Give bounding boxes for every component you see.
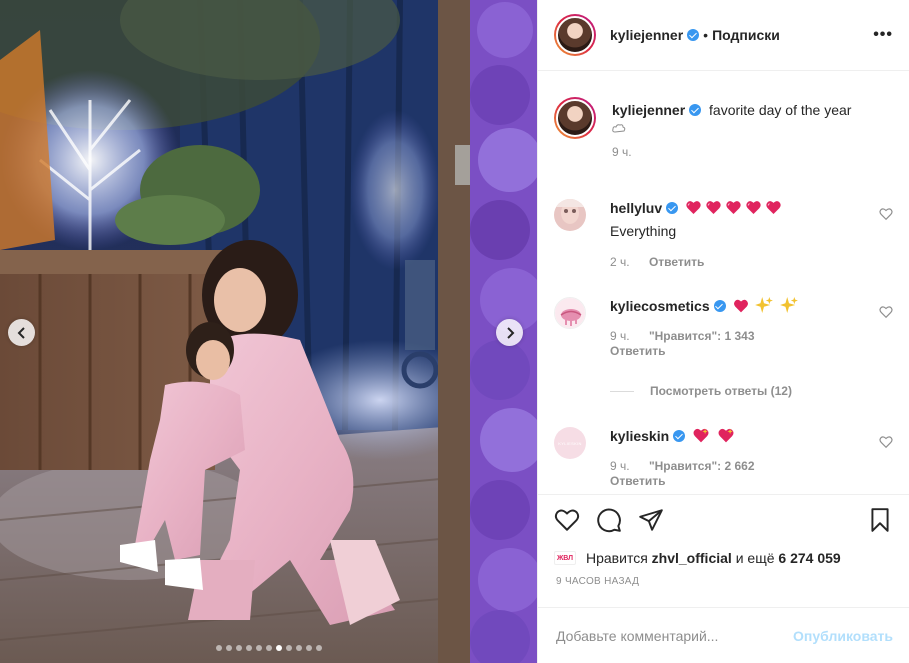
slide-dot <box>295 645 302 651</box>
slide-dot <box>235 645 242 651</box>
comment-emoji-hearts <box>682 200 782 216</box>
comment-text: Everything <box>610 223 677 239</box>
heart-emoji-icon <box>745 200 762 219</box>
comment-item: hellyluv Everything 2 ч. Ответить <box>554 199 893 271</box>
slide-dot <box>315 645 322 651</box>
verified-badge-icon <box>666 202 679 214</box>
previous-slide-button[interactable] <box>8 319 35 346</box>
caption-entry: kyliejenner favorite day of the year 9 ч… <box>554 97 893 161</box>
like-comment-heart-icon[interactable] <box>879 435 893 449</box>
commenter-username[interactable]: hellyluv <box>610 200 662 216</box>
post-photo[interactable] <box>0 0 537 663</box>
post-image <box>0 0 537 663</box>
post-actions-bar <box>538 494 909 544</box>
commenter-username[interactable]: kylieskin <box>610 428 669 444</box>
verified-badge-icon <box>687 29 700 41</box>
comments-list[interactable]: kyliejenner favorite day of the year 9 ч… <box>538 71 909 494</box>
comment-time[interactable]: 9 ч. <box>610 459 630 473</box>
following-button[interactable]: Подписки <box>712 27 780 43</box>
save-bookmark-icon[interactable] <box>867 507 893 533</box>
comment-item: kyliecosmetics 9 ч. "Нравится": 1 343 От… <box>554 297 893 359</box>
post-timestamp[interactable]: 9 ЧАСОВ НАЗАД <box>538 568 909 594</box>
slide-dot <box>255 645 262 651</box>
comment-time[interactable]: 9 ч. <box>610 329 630 343</box>
replies-divider-line <box>610 390 634 392</box>
header-separator: • <box>703 27 709 43</box>
like-heart-icon[interactable] <box>554 507 580 533</box>
view-replies-label: Посмотреть ответы (12) <box>650 384 792 398</box>
post-sidebar: kyliejenner • Подписки ••• kyliejenner f… <box>537 0 909 663</box>
comment-likes-count[interactable]: "Нравится": 2 662 <box>649 459 755 473</box>
heart-emoji-icon <box>725 200 742 219</box>
caption-avatar-image <box>556 99 594 137</box>
publish-button[interactable]: Опубликовать <box>793 628 893 644</box>
heart-emoji-icon <box>733 299 749 317</box>
commenter-avatar[interactable] <box>554 297 586 329</box>
more-options-icon[interactable]: ••• <box>873 26 893 44</box>
sparkles-emoji-icon <box>780 297 799 317</box>
slide-dot <box>245 645 252 651</box>
share-paper-plane-icon[interactable] <box>638 507 664 533</box>
likes-prefix: Нравится <box>586 550 648 566</box>
chevron-left-icon <box>17 326 25 339</box>
slide-dot <box>265 645 272 651</box>
verified-badge-icon <box>673 430 686 442</box>
caption-avatar[interactable] <box>554 97 596 139</box>
liker-username[interactable]: zhvl_official <box>652 550 732 566</box>
likes-middle: и ещё <box>735 550 775 566</box>
like-comment-heart-icon[interactable] <box>879 207 893 221</box>
commenter-username[interactable]: kyliecosmetics <box>610 298 710 314</box>
reply-button[interactable]: Ответить <box>649 255 704 269</box>
chevron-right-icon <box>506 326 514 339</box>
slide-dot-active <box>275 645 282 651</box>
instagram-post-modal: kyliejenner • Подписки ••• kyliejenner f… <box>0 0 909 663</box>
comment-likes-count[interactable]: "Нравится": 1 343 <box>649 329 755 343</box>
author-username[interactable]: kyliejenner <box>610 27 683 43</box>
sparkling-heart-emoji-icon <box>692 428 710 447</box>
like-comment-heart-icon[interactable] <box>879 305 893 319</box>
heart-emoji-icon <box>685 200 702 219</box>
view-replies-button[interactable]: Посмотреть ответы (12) <box>610 384 792 398</box>
commenter-avatar[interactable] <box>554 199 586 231</box>
heart-emoji-icon <box>765 200 782 219</box>
comment-bubble-icon[interactable] <box>596 507 622 533</box>
sparkling-heart-emoji-icon <box>717 428 735 447</box>
comment-item: KYLIESKIN kylieskin 9 ч. "Нравится": 2 6… <box>554 427 893 489</box>
post-header: kyliejenner • Подписки ••• <box>538 0 909 71</box>
add-comment-bar: Опубликовать <box>538 607 909 663</box>
comment-time[interactable]: 2 ч. <box>610 255 630 269</box>
caption-username[interactable]: kyliejenner <box>612 102 685 118</box>
commenter-avatar[interactable]: KYLIESKIN <box>554 427 586 459</box>
next-slide-button[interactable] <box>496 319 523 346</box>
reply-button[interactable]: Ответить <box>610 474 665 488</box>
likes-count[interactable]: 6 274 059 <box>778 550 840 566</box>
slide-indicator <box>0 645 537 651</box>
author-avatar[interactable] <box>554 14 596 56</box>
reply-button[interactable]: Ответить <box>610 344 665 358</box>
liker-mini-avatar[interactable]: ЖВЛ <box>554 551 576 565</box>
liker-mini-avatar-text: ЖВЛ <box>556 554 574 562</box>
verified-badge-icon <box>713 300 726 312</box>
slide-dot <box>215 645 222 651</box>
cloud-emoji-icon <box>612 119 893 133</box>
kylieskin-avatar-text: KYLIESKIN <box>558 440 582 446</box>
comment-input[interactable] <box>556 627 794 644</box>
slide-dot <box>305 645 312 651</box>
sparkles-emoji-icon <box>755 297 774 317</box>
slide-dot <box>225 645 232 651</box>
likes-summary: ЖВЛ Нравится zhvl_official и ещё 6 274 0… <box>538 544 909 568</box>
verified-badge-icon <box>689 104 702 116</box>
heart-emoji-icon <box>705 200 722 219</box>
caption-time[interactable]: 9 ч. <box>612 145 632 159</box>
author-avatar-image <box>556 16 594 54</box>
slide-dot <box>285 645 292 651</box>
caption-text: favorite day of the year <box>709 102 852 118</box>
